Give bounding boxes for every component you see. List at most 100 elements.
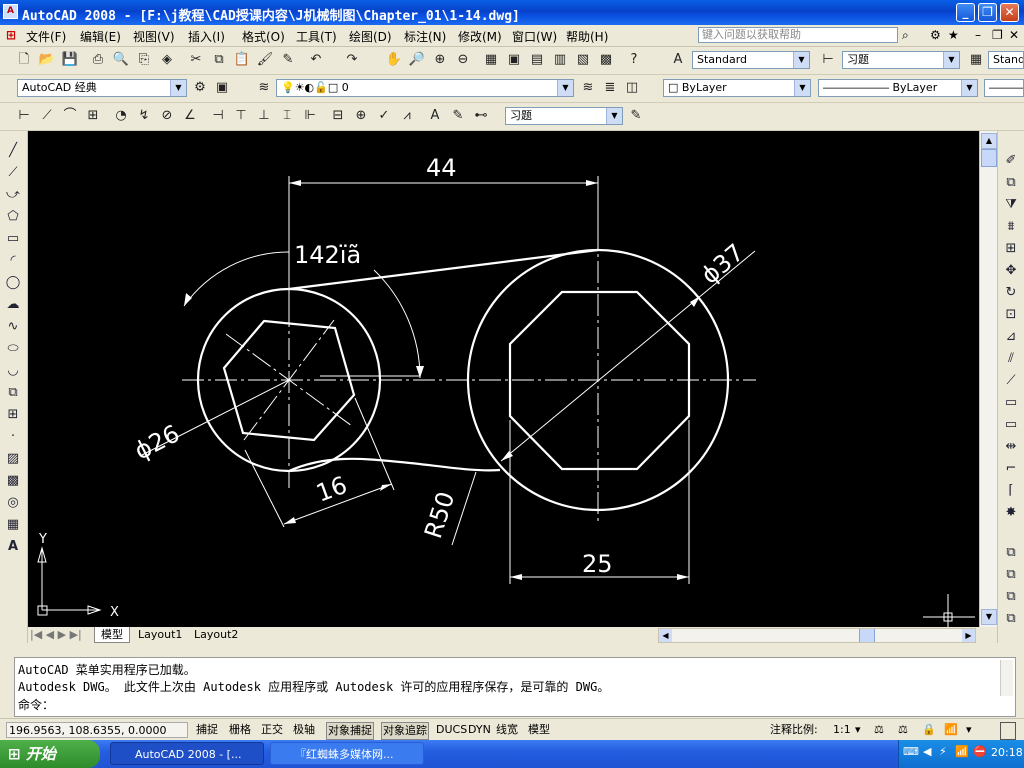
- markup-icon[interactable]: ▧: [573, 50, 593, 70]
- polyline-icon[interactable]: ⤻: [3, 185, 23, 205]
- hscroll-thumb[interactable]: [859, 629, 875, 642]
- comm-center-icon[interactable]: 📶: [944, 722, 958, 738]
- multiline-text-icon[interactable]: A: [3, 537, 23, 557]
- color-select[interactable]: □ ByLayer ▼: [663, 79, 811, 97]
- copy-icon[interactable]: ⧉: [209, 50, 229, 70]
- ellipse-icon[interactable]: ⬭: [3, 339, 23, 359]
- hatch-icon[interactable]: ▨: [3, 449, 23, 469]
- rotate-icon[interactable]: ↻: [1001, 283, 1021, 303]
- sheet-set-icon[interactable]: ▥: [550, 50, 570, 70]
- linetype-select[interactable]: ―――――― ByLayer ▼: [818, 79, 978, 97]
- cut-icon[interactable]: ✂: [186, 50, 206, 70]
- dim-style-control[interactable]: 习题 ▼: [505, 107, 623, 125]
- jogged-linear-icon[interactable]: ⩘: [397, 106, 417, 126]
- coordinate-readout[interactable]: 196.9563, 108.6355, 0.0000: [6, 722, 188, 738]
- menu-modify[interactable]: 修改(M): [458, 28, 502, 45]
- polygon-icon[interactable]: ⬠: [3, 207, 23, 227]
- center-mark-icon[interactable]: ⊕: [351, 106, 371, 126]
- snap-toggle[interactable]: 捕捉: [196, 722, 218, 738]
- quick-dim-icon[interactable]: ⊣: [208, 106, 228, 126]
- dim-update-icon[interactable]: ⊷: [471, 106, 491, 126]
- inspection-icon[interactable]: ✓: [374, 106, 394, 126]
- dim-space-icon[interactable]: ⌶: [277, 106, 297, 126]
- dim-style-manager-icon[interactable]: ✎: [626, 106, 646, 126]
- menu-edit[interactable]: 编辑(E): [80, 28, 121, 45]
- dim-jogged-icon[interactable]: ↯: [134, 106, 154, 126]
- tab-layout1[interactable]: Layout1: [132, 627, 188, 642]
- menu-dimension[interactable]: 标注(N): [404, 28, 446, 45]
- command-scrollbar[interactable]: [1000, 660, 1013, 696]
- construction-line-icon[interactable]: ⟋: [3, 163, 23, 183]
- spline-icon[interactable]: ∿: [3, 317, 23, 337]
- clock[interactable]: 20:18: [991, 746, 1023, 759]
- tool-palettes-icon[interactable]: ▤: [527, 50, 547, 70]
- dim-radius-icon[interactable]: ◔: [111, 106, 131, 126]
- dim-linear-icon[interactable]: ⊢: [14, 106, 34, 126]
- menu-draw[interactable]: 绘图(D): [349, 28, 392, 45]
- osnap-toggle[interactable]: 对象捕捉: [326, 722, 374, 740]
- dim-break-icon[interactable]: ⊩: [300, 106, 320, 126]
- workspace-select[interactable]: AutoCAD 经典 ▼: [17, 79, 187, 97]
- offset-icon[interactable]: ⩩: [1001, 217, 1021, 237]
- annotation-visibility-icon[interactable]: ⚖: [874, 722, 884, 738]
- undo-icon[interactable]: ↶: [306, 50, 326, 70]
- redo-icon[interactable]: ↷: [342, 50, 362, 70]
- text-style-icon[interactable]: A: [668, 50, 688, 70]
- keyboard-icon[interactable]: ⌨: [903, 745, 919, 758]
- dim-style-select[interactable]: 习题 ▼: [842, 51, 960, 69]
- draw-order-above-icon[interactable]: ⧉: [1001, 587, 1021, 607]
- scroll-right-icon[interactable]: ▶: [962, 629, 975, 642]
- dim-arc-length-icon[interactable]: ⌒: [60, 106, 80, 126]
- insert-block-icon[interactable]: ⧉: [3, 383, 23, 403]
- model-toggle[interactable]: 模型: [528, 722, 550, 738]
- design-center-icon[interactable]: ▣: [504, 50, 524, 70]
- make-layer-current-icon[interactable]: ≋: [578, 78, 598, 98]
- favorites-icon[interactable]: ★: [948, 28, 959, 42]
- info-icon[interactable]: ⚙: [930, 28, 941, 42]
- command-window[interactable]: AutoCAD 菜单实用程序已加载。 Autodesk DWG。 此文件上次由 …: [14, 657, 1016, 717]
- scroll-left-icon[interactable]: ◀: [659, 629, 672, 642]
- array-icon[interactable]: ⊞: [1001, 239, 1021, 259]
- copy-object-icon[interactable]: ⧉: [1001, 173, 1021, 193]
- command-prompt[interactable]: 命令：: [18, 696, 54, 713]
- region-icon[interactable]: ◎: [3, 493, 23, 513]
- stop-icon[interactable]: ⛔: [973, 745, 987, 758]
- mirror-icon[interactable]: ⧩: [1001, 195, 1021, 215]
- trim-icon[interactable]: ⫽: [1001, 349, 1021, 369]
- point-icon[interactable]: ·: [3, 427, 23, 447]
- menu-insert[interactable]: 插入(I): [188, 28, 225, 45]
- lineweight-toggle[interactable]: 线宽: [496, 722, 518, 738]
- horizontal-scrollbar[interactable]: ◀ ▶: [658, 628, 976, 643]
- help-icon[interactable]: ?: [624, 50, 644, 70]
- menu-format[interactable]: 格式(O): [242, 28, 285, 45]
- menu-help[interactable]: 帮助(H): [566, 28, 608, 45]
- zoom-realtime-icon[interactable]: 🔎: [407, 50, 427, 70]
- break-icon[interactable]: ▭: [1001, 415, 1021, 435]
- autocad-icon[interactable]: A: [3, 4, 18, 19]
- otrack-toggle[interactable]: 对象追踪: [381, 722, 429, 740]
- calculator-icon[interactable]: ▩: [596, 50, 616, 70]
- ellipse-arc-icon[interactable]: ◡: [3, 361, 23, 381]
- table-style-icon[interactable]: ▦: [966, 50, 986, 70]
- restore-button[interactable]: ❐: [978, 3, 997, 22]
- scroll-thumb[interactable]: [981, 149, 997, 167]
- dim-diameter-icon[interactable]: ⊘: [157, 106, 177, 126]
- layer-select[interactable]: 💡☀◐🔓□ 0 ▼: [276, 79, 574, 97]
- text-style-select[interactable]: Standard ▼: [692, 51, 810, 69]
- tab-layout2[interactable]: Layout2: [188, 627, 244, 642]
- circle-icon[interactable]: ◯: [3, 273, 23, 293]
- revision-cloud-icon[interactable]: ☁: [3, 295, 23, 315]
- draw-order-back-icon[interactable]: ⧉: [1001, 565, 1021, 585]
- dim-angular-icon[interactable]: ∠: [180, 106, 200, 126]
- document-icon[interactable]: ⊞: [6, 28, 16, 42]
- rectangle-icon[interactable]: ▭: [3, 229, 23, 249]
- dim-text-edit-icon[interactable]: ✎: [448, 106, 468, 126]
- table-style-select[interactable]: Stand: [988, 51, 1024, 69]
- match-properties-icon[interactable]: 🖌: [255, 50, 275, 70]
- block-editor-icon[interactable]: ✎: [278, 50, 298, 70]
- pan-icon[interactable]: ✋: [384, 50, 404, 70]
- drawing-canvas[interactable]: 44 142ïã ϕ37 ϕ26 16 R50 25 Y X: [28, 131, 979, 627]
- lineweight-select[interactable]: ――――: [984, 79, 1024, 97]
- start-button[interactable]: ⊞ 开始: [0, 740, 100, 768]
- move-icon[interactable]: ✥: [1001, 261, 1021, 281]
